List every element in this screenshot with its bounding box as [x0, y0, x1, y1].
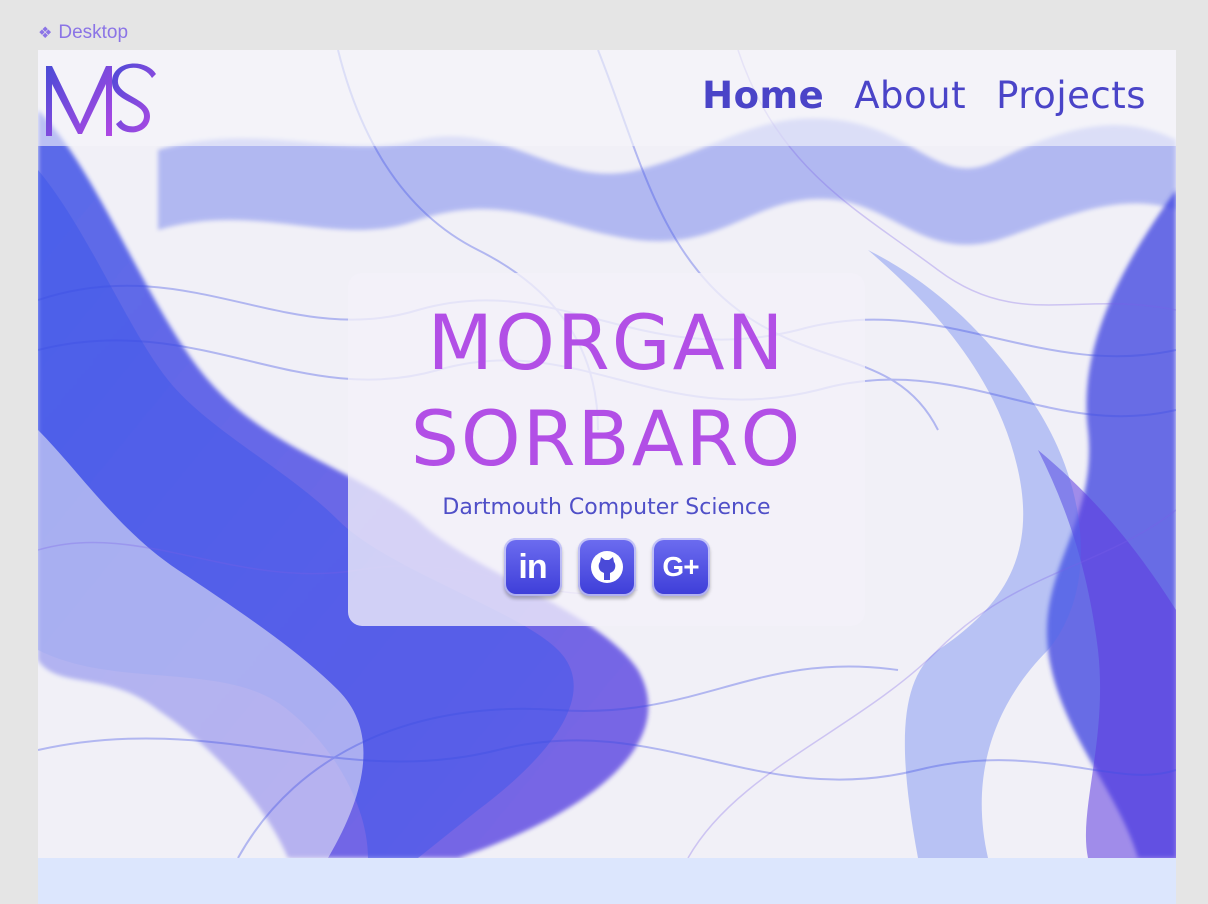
- nav-projects-link[interactable]: Projects: [996, 74, 1146, 117]
- page-canvas: Home About Projects MORGAN SORBARO Dartm…: [38, 50, 1176, 858]
- navbar: Home About Projects: [38, 50, 1176, 146]
- google-plus-icon: G+: [662, 551, 699, 582]
- linkedin-icon: in: [518, 547, 547, 586]
- frame-label: ❖ Desktop: [38, 22, 128, 44]
- social-links: in G+: [348, 538, 865, 596]
- hero-last-name: SORBARO: [410, 394, 803, 483]
- frame-label-text: Desktop: [58, 22, 129, 43]
- linkedin-button[interactable]: in: [503, 538, 562, 596]
- hero-first-name: MORGAN: [427, 298, 786, 387]
- hero-subtitle: Dartmouth Computer Science: [442, 495, 771, 520]
- diamond-icon: ❖: [38, 25, 53, 42]
- hero-name: MORGAN SORBARO: [348, 295, 865, 487]
- nav-about-link[interactable]: About: [854, 74, 966, 117]
- hero-card: MORGAN SORBARO Dartmouth Computer Scienc…: [348, 273, 865, 626]
- github-icon: [590, 551, 623, 583]
- github-button[interactable]: [577, 538, 636, 596]
- nav-home-link[interactable]: Home: [702, 74, 824, 117]
- google-plus-button[interactable]: G+: [651, 538, 710, 596]
- ms-logo[interactable]: [40, 54, 160, 142]
- footer-band: [38, 858, 1176, 904]
- main-nav: Home About Projects: [702, 74, 1146, 117]
